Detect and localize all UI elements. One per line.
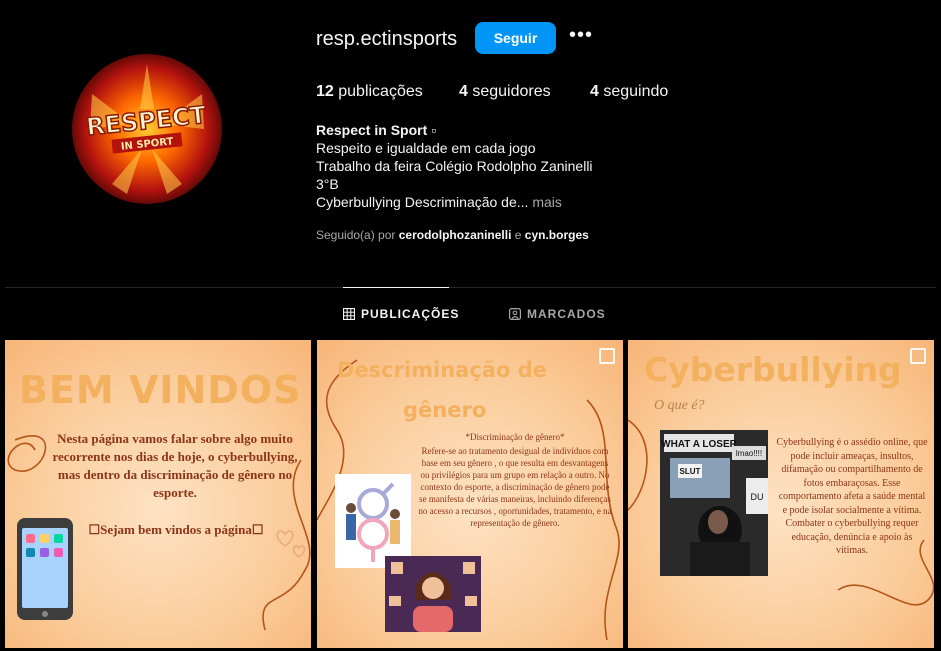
post-subtitle: *Discriminação de gênero* [465,432,565,442]
cyberbullying-photo: WHAT A LOSER lmao!!!! SLUT DU [660,430,768,576]
followers-count-label: seguidores [472,83,551,100]
tab-posts[interactable]: PUBLICAÇÕES [343,307,459,321]
followed-by-conj: e [514,228,522,242]
profile-avatar[interactable]: RESPECT IN SPORT [72,54,222,204]
photo-text: SLUT [680,467,701,476]
profile-username: resp.ectinsports [316,28,458,50]
post-title: gênero [403,398,487,422]
tab-tagged-label: MARCADOS [527,307,606,321]
tabs-divider [5,287,936,288]
post-title: Descriminação de [337,358,548,382]
posts-count-label: publicações [338,83,423,100]
bio-more-link[interactable]: mais [532,194,562,210]
post-title: BEM VINDOS [19,368,302,412]
active-tab-indicator [343,287,449,288]
respect-logo: RESPECT IN SPORT [84,64,209,194]
post-body: Cyberbullying é o assédio online, que po… [776,437,928,556]
following-count[interactable]: 4 seguindo [590,83,668,101]
photo-text: WHAT A LOSER [661,439,738,450]
post-title: Cyberbullying [644,350,902,389]
follow-button[interactable]: Seguir [475,22,556,54]
post-thumbnail[interactable]: Descriminação de gênero *Discriminação d… [317,340,623,648]
grid-icon [343,308,355,320]
post-body: Nesta página vamos falar sobre algo muit… [52,431,298,500]
bio-truncated-line: Cyberbullying Descriminação de... [316,194,529,210]
followed-by-user[interactable]: cyn.borges [525,228,589,242]
more-options-icon[interactable]: ••• [569,24,593,47]
bio-line: Respeito e igualdade em cada jogo [316,140,536,156]
profile-bio: Respect in Sport ▫ Respeito e igualdade … [316,121,593,211]
followers-count-value: 4 [459,83,468,100]
post-body: Refere-se ao tratamento desigual de indi… [418,446,612,528]
photo-text: lmao!!!! [736,449,762,458]
posts-count[interactable]: 12 publicações [316,83,423,101]
followed-by-prefix: Seguido(a) por [316,228,396,242]
tab-posts-label: PUBLICAÇÕES [361,307,460,321]
hearts-icon [276,530,306,558]
tagged-icon [509,308,521,320]
posts-count-value: 12 [316,83,334,100]
phone-icon [17,518,73,620]
following-count-value: 4 [590,83,599,100]
gender-equality-illustration [335,474,411,568]
thumbs-down-illustration [385,556,481,632]
carousel-icon [599,348,615,364]
followed-by[interactable]: Seguido(a) por cerodolphozaninelli e cyn… [316,228,589,242]
followers-count[interactable]: 4 seguidores [459,83,551,101]
bio-line: Trabalho da feira Colégio Rodolpho Zanin… [316,158,593,174]
post-thumbnail[interactable]: Cyberbullying O que é? WHAT A LOSER lmao… [628,340,934,648]
post-subtitle: O que é? [654,398,705,413]
tab-tagged[interactable]: MARCADOS [509,307,606,321]
following-count-label: seguindo [603,83,669,100]
post-thumbnail[interactable]: BEM VINDOS Nesta página vamos falar sobr… [5,340,311,648]
bio-line: 3°B [316,176,339,192]
photo-text: DU [751,492,764,502]
carousel-icon [910,348,926,364]
bio-line: Cyberbullying Descriminação de... mais [316,193,593,211]
post-welcome: ☐Sejam bem vindos a página☐ [88,522,264,537]
followed-by-user[interactable]: cerodolphozaninelli [399,228,512,242]
bio-name: Respect in Sport ▫ [316,122,437,138]
